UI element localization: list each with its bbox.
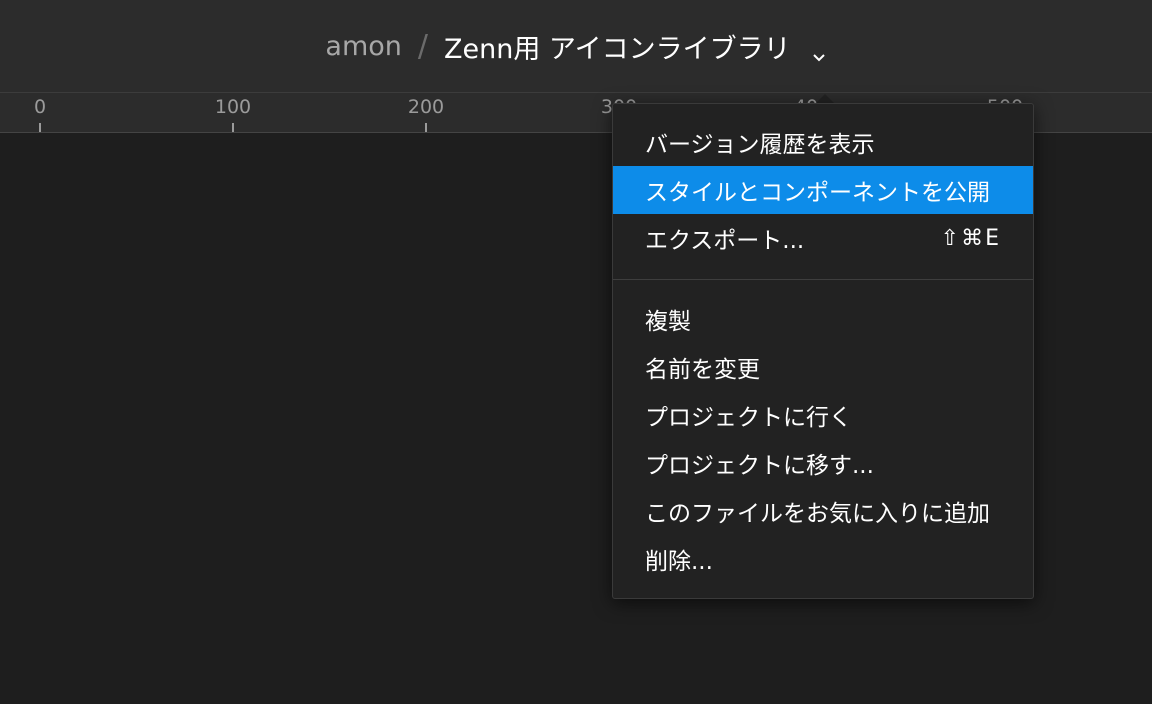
ruler-tick-mark xyxy=(425,123,427,132)
menu-item-add-to-favorites[interactable]: このファイルをお気に入りに追加 xyxy=(613,487,1033,535)
breadcrumb-team[interactable]: amon xyxy=(325,31,401,62)
menu-item-label: 名前を変更 xyxy=(645,357,760,383)
ruler-tick: 100 xyxy=(193,93,273,132)
breadcrumb: amon / Zenn用 アイコンライブラリ xyxy=(0,0,1152,92)
menu-item-duplicate[interactable]: 複製 xyxy=(613,295,1033,343)
menu-item-shortcut: ⇧⌘E xyxy=(940,225,1001,251)
menu-item-export[interactable]: エクスポート... ⇧⌘E xyxy=(613,214,1033,262)
menu-item-publish-styles-components[interactable]: スタイルとコンポーネントを公開 xyxy=(613,166,1033,214)
ruler-tick-label: 200 xyxy=(407,96,445,118)
menu-item-label: バージョン履歴を表示 xyxy=(645,132,875,158)
menu-item-show-version-history[interactable]: バージョン履歴を表示 xyxy=(613,118,1033,166)
ruler-tick: 200 xyxy=(386,93,466,132)
menu-item-label: 複製 xyxy=(645,309,691,335)
menu-item-label: エクスポート... xyxy=(645,228,805,254)
breadcrumb-separator: / xyxy=(417,28,428,64)
menu-item-label: プロジェクトに行く xyxy=(645,405,852,431)
top-bar: amon / Zenn用 アイコンライブラリ xyxy=(0,0,1152,93)
ruler-tick-label: 0 xyxy=(33,96,47,118)
file-menu: バージョン履歴を表示 スタイルとコンポーネントを公開 エクスポート... ⇧⌘E… xyxy=(612,103,1034,599)
menu-item-go-to-project[interactable]: プロジェクトに行く xyxy=(613,391,1033,439)
breadcrumb-file-name[interactable]: Zenn用 アイコンライブラリ xyxy=(444,27,791,66)
ruler-tick: 0 xyxy=(0,93,80,132)
menu-item-label: プロジェクトに移す... xyxy=(645,453,874,479)
chevron-down-icon[interactable] xyxy=(811,42,827,62)
ruler-tick-label: 100 xyxy=(214,96,252,118)
menu-item-delete[interactable]: 削除... xyxy=(613,535,1033,583)
menu-item-rename[interactable]: 名前を変更 xyxy=(613,343,1033,391)
menu-divider xyxy=(613,279,1033,280)
ruler-tick-mark xyxy=(232,123,234,132)
menu-item-label: 削除... xyxy=(645,549,713,575)
menu-item-label: このファイルをお気に入りに追加 xyxy=(645,501,990,527)
menu-item-move-to-project[interactable]: プロジェクトに移す... xyxy=(613,439,1033,487)
menu-item-label: スタイルとコンポーネントを公開 xyxy=(645,180,990,206)
ruler-tick-mark xyxy=(39,123,41,132)
